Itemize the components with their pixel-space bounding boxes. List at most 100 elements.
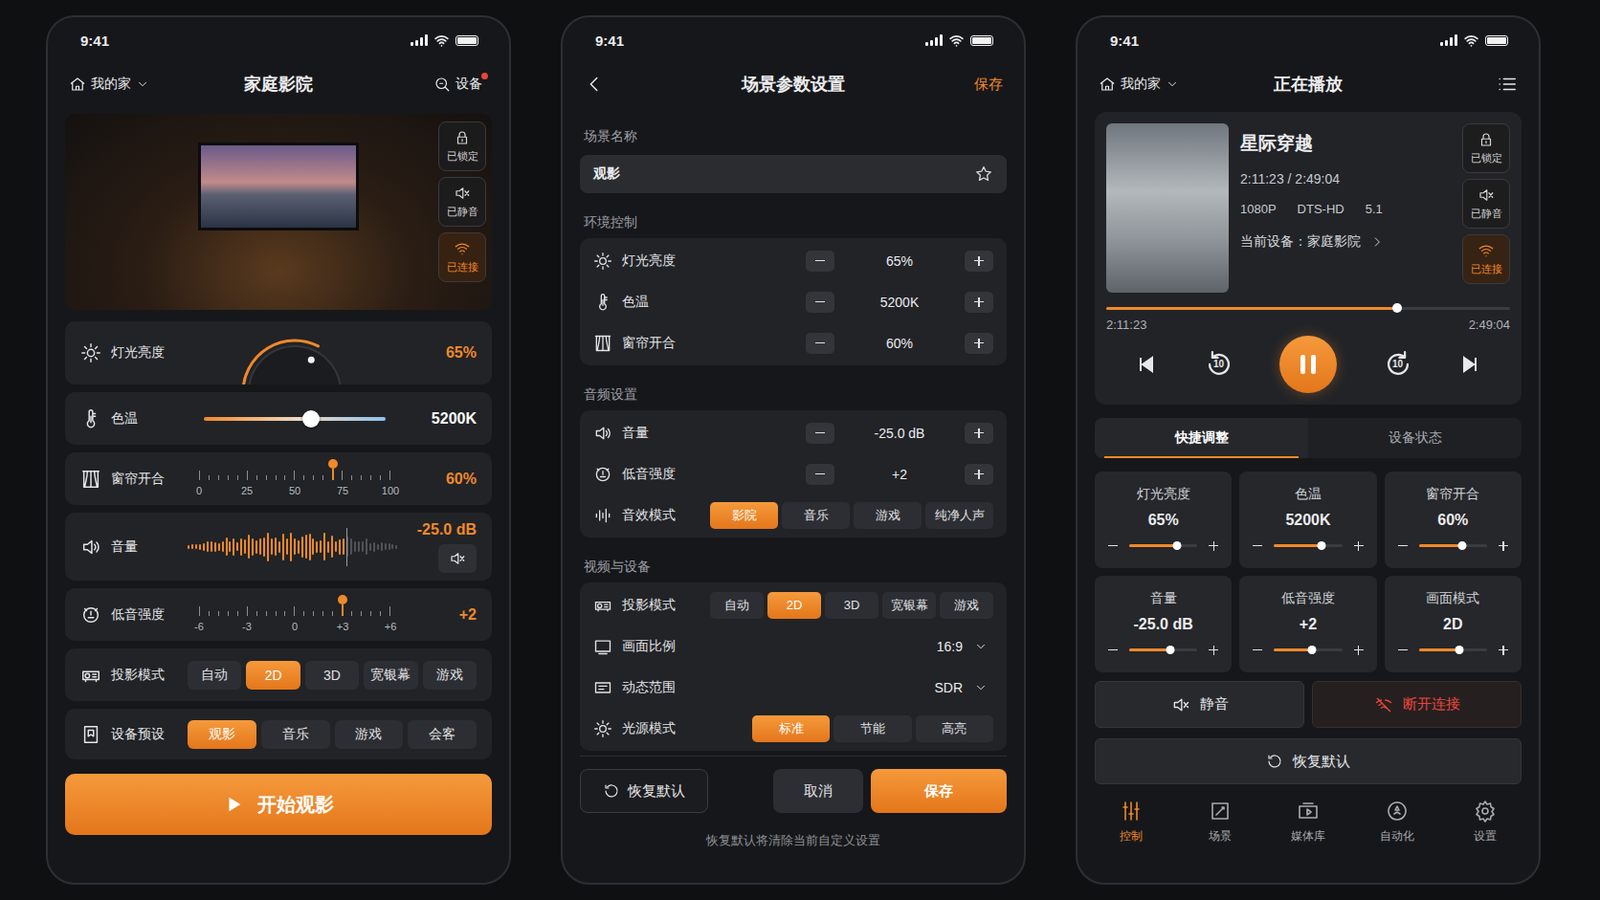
media-icon — [1296, 800, 1320, 823]
segment-option[interactable]: 观影 — [187, 720, 257, 750]
segment-option[interactable]: 游戏 — [939, 592, 994, 620]
status-toggle[interactable]: 已锁定 — [438, 121, 487, 172]
segment-option[interactable]: 宽银幕 — [363, 661, 418, 690]
tile-slider[interactable] — [1273, 544, 1342, 548]
segment-option[interactable]: 3D — [305, 661, 359, 690]
star-icon[interactable] — [974, 164, 994, 184]
nav-item[interactable]: 自动化 — [1366, 800, 1428, 845]
decrease-button[interactable] — [1104, 642, 1122, 660]
nav-item[interactable]: 设置 — [1454, 800, 1516, 845]
nav-item[interactable]: 控制 — [1100, 800, 1162, 845]
status-toggle[interactable]: 已连接 — [1462, 234, 1511, 285]
previous-button[interactable] — [1134, 353, 1158, 377]
tab[interactable]: 快捷调整 — [1094, 418, 1309, 459]
segment-option[interactable]: 3D — [824, 592, 879, 620]
increase-button[interactable] — [1494, 537, 1512, 556]
decrease-button[interactable] — [805, 464, 835, 486]
nav-item[interactable]: 场景 — [1189, 800, 1251, 845]
dropdown[interactable]: SDR — [933, 680, 994, 696]
wave-icon — [593, 506, 613, 526]
segment-option[interactable]: 标准 — [752, 715, 830, 743]
scene-name-field[interactable]: 观影 — [579, 155, 1007, 194]
save-link[interactable]: 保存 — [974, 75, 1003, 94]
increase-button[interactable] — [964, 422, 994, 445]
increase-button[interactable] — [1350, 537, 1368, 556]
device-button[interactable]: 设备 — [433, 75, 489, 93]
segment-option[interactable]: 游戏 — [853, 502, 922, 530]
decrease-button[interactable] — [1104, 537, 1122, 556]
segment-option[interactable]: 2D — [245, 661, 300, 690]
start-button[interactable]: 开始观影 — [65, 774, 492, 836]
segment-option[interactable]: 节能 — [833, 715, 912, 743]
next-button[interactable] — [1458, 353, 1482, 377]
decrease-button[interactable] — [805, 250, 835, 272]
status-toggle[interactable]: 已静音 — [438, 177, 487, 227]
segment-option[interactable]: 游戏 — [422, 661, 477, 690]
pause-button[interactable] — [1279, 335, 1337, 394]
increase-button[interactable] — [1350, 642, 1368, 660]
segment-option[interactable]: 游戏 — [334, 720, 404, 750]
ruler-slider[interactable]: 0255075100 — [199, 461, 391, 497]
increase-button[interactable] — [964, 291, 994, 313]
increase-button[interactable] — [964, 464, 994, 486]
cancel-button[interactable]: 取消 — [773, 769, 864, 814]
increase-button[interactable] — [964, 333, 994, 355]
mute-button[interactable]: 静音 — [1094, 681, 1305, 729]
segment-option[interactable]: 高亮 — [915, 715, 994, 743]
menu-button[interactable] — [1496, 73, 1518, 95]
segment-option[interactable]: 影院 — [710, 502, 778, 530]
segment-option[interactable]: 音乐 — [261, 720, 331, 750]
home-selector[interactable]: 我的家 — [68, 75, 245, 93]
decrease-button[interactable] — [805, 422, 835, 445]
increase-button[interactable] — [1204, 537, 1223, 556]
dropdown[interactable]: 16:9 — [936, 639, 994, 655]
current-device[interactable]: 当前设备：家庭影院 — [1240, 233, 1451, 251]
segment-option[interactable]: 纯净人声 — [925, 502, 994, 530]
decrease-button[interactable] — [1394, 537, 1412, 556]
color-temp-slider[interactable] — [203, 409, 386, 429]
tab[interactable]: 设备状态 — [1308, 418, 1522, 459]
status-toggle[interactable]: 已静音 — [1462, 178, 1511, 229]
tile-slider[interactable] — [1129, 648, 1198, 652]
forward-button[interactable]: 10 — [1381, 348, 1415, 381]
tile-slider[interactable] — [1419, 648, 1488, 652]
increase-button[interactable] — [1494, 642, 1512, 660]
progress-bar[interactable] — [1106, 302, 1511, 314]
status-toggle[interactable]: 已连接 — [438, 232, 487, 283]
gear-icon — [1473, 800, 1497, 823]
back-button[interactable] — [583, 73, 605, 95]
decrease-button[interactable] — [1394, 642, 1412, 660]
save-button[interactable]: 保存 — [870, 769, 1007, 814]
decrease-button[interactable] — [1248, 537, 1267, 556]
reset-button[interactable]: 恢复默认 — [1094, 738, 1522, 785]
slider-thumb[interactable] — [302, 410, 320, 428]
rewind-button[interactable]: 10 — [1202, 348, 1236, 381]
mute-button[interactable] — [438, 544, 477, 574]
increase-button[interactable] — [964, 250, 994, 272]
tile-slider[interactable] — [1129, 544, 1198, 548]
settings-panel: 投影模式自动2D3D宽银幕游戏画面比例16:9动态范围SDR光源模式标准节能高亮 — [579, 582, 1007, 752]
tile-slider[interactable] — [1273, 648, 1342, 652]
decrease-button[interactable] — [805, 291, 835, 313]
ruler-marker[interactable] — [328, 459, 338, 481]
volume-waveform[interactable] — [187, 526, 402, 569]
home-selector[interactable]: 我的家 — [1098, 75, 1274, 93]
brightness-dial[interactable] — [235, 325, 355, 385]
ruler-marker[interactable] — [337, 595, 348, 617]
reset-button[interactable]: 恢复默认 — [579, 769, 709, 814]
segment-option[interactable]: 自动 — [710, 592, 764, 620]
decrease-button[interactable] — [1248, 642, 1267, 660]
status-toggle[interactable]: 已锁定 — [1462, 123, 1511, 174]
segment-option[interactable]: 自动 — [187, 661, 242, 690]
nav-item[interactable]: 媒体库 — [1277, 800, 1339, 845]
increase-button[interactable] — [1204, 642, 1223, 660]
segment-option[interactable]: 2D — [767, 592, 822, 620]
progress-knob[interactable] — [1392, 303, 1402, 313]
ruler-slider[interactable]: -6-30+3+6 — [199, 597, 391, 633]
segment-option[interactable]: 宽银幕 — [882, 592, 936, 620]
decrease-button[interactable] — [805, 333, 835, 355]
tile-slider[interactable] — [1419, 544, 1488, 548]
segment-option[interactable]: 音乐 — [781, 502, 850, 530]
disconnect-button[interactable]: 断开连接 — [1311, 681, 1522, 729]
segment-option[interactable]: 会客 — [407, 720, 477, 750]
